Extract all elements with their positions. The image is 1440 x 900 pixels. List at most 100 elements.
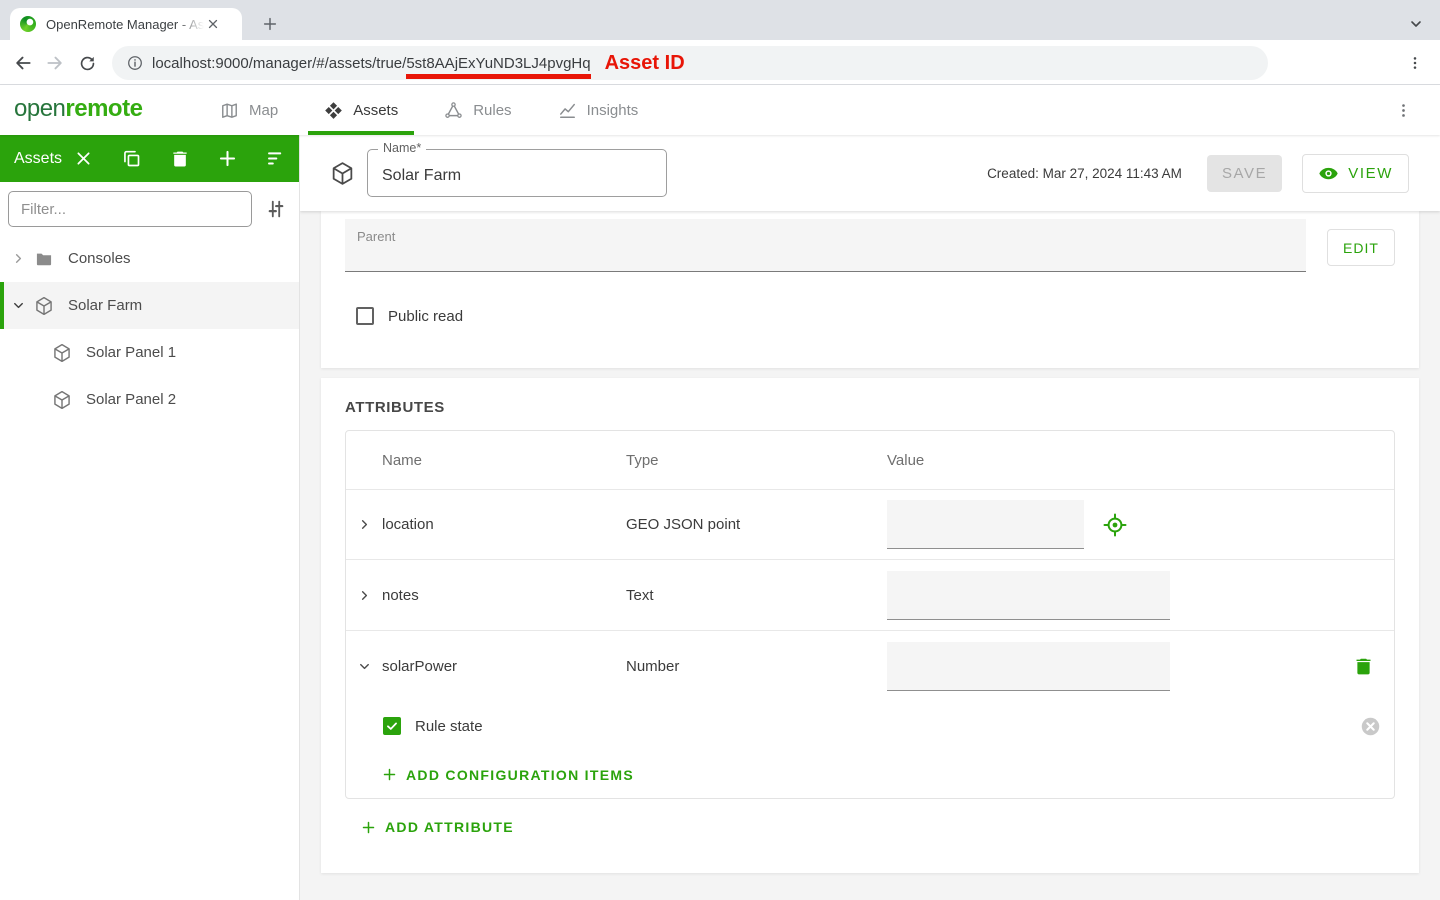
forward-icon[interactable]: [40, 48, 70, 78]
view-button[interactable]: VIEW: [1302, 153, 1409, 193]
app-header: openremote Map Assets Rules Insights: [0, 85, 1440, 135]
url-prefix: localhost:9000/manager/#/assets/true/: [152, 54, 407, 72]
cube-icon: [52, 390, 72, 410]
asset-name-input[interactable]: [368, 150, 666, 196]
sort-assets-icon[interactable]: [263, 146, 287, 172]
attribute-type: GEO JSON point: [626, 516, 741, 533]
add-attribute-row: ADD ATTRIBUTE: [345, 799, 1395, 855]
attributes-table: Name Type Value location GEO JSON point: [345, 430, 1395, 799]
browser-menu-icon[interactable]: [1400, 48, 1430, 78]
parent-field[interactable]: Parent: [345, 219, 1306, 272]
attribute-value-cell: [887, 641, 1394, 691]
attributes-title: ATTRIBUTES: [345, 399, 445, 416]
asset-id-annotation: Asset ID: [604, 51, 685, 74]
add-attribute-button[interactable]: ADD ATTRIBUTE: [361, 819, 514, 835]
nav-label-map: Map: [249, 101, 279, 119]
add-config-row: ADD CONFIGURATION ITEMS: [346, 751, 1394, 798]
insights-icon: [558, 101, 577, 120]
view-button-label: VIEW: [1348, 164, 1393, 182]
delete-attribute-icon[interactable]: [1350, 653, 1376, 679]
nav-label-insights: Insights: [586, 101, 639, 119]
chevron-down-icon[interactable]: [8, 298, 28, 313]
add-configuration-items-label: ADD CONFIGURATION ITEMS: [406, 766, 634, 783]
tree-item-solar-panel-2[interactable]: Solar Panel 2: [0, 376, 299, 423]
location-value-input[interactable]: [887, 500, 1084, 549]
nav-label-assets: Assets: [353, 101, 399, 119]
openremote-logo: openremote: [14, 95, 143, 123]
tab-title: OpenRemote Manager - Assets: [46, 16, 204, 32]
folder-icon: [34, 249, 54, 269]
attribute-type: Text: [626, 586, 654, 604]
plus-icon: [382, 767, 397, 782]
asset-name-field: Name*: [367, 141, 667, 197]
add-configuration-items-button[interactable]: ADD CONFIGURATION ITEMS: [382, 767, 634, 783]
chevron-right-icon[interactable]: [357, 517, 372, 532]
nav-item-insights[interactable]: Insights: [542, 85, 655, 135]
remove-config-item-icon[interactable]: [1358, 714, 1382, 738]
browser-tab[interactable]: OpenRemote Manager - Assets: [10, 8, 242, 40]
rule-state-checkbox[interactable]: [383, 717, 401, 735]
page-info-icon[interactable]: [126, 54, 144, 72]
asset-topbar: Name* Created: Mar 27, 2024 11:43 AM SAV…: [300, 135, 1440, 211]
filter-settings-icon[interactable]: [261, 194, 291, 224]
nav-item-assets[interactable]: Assets: [308, 85, 415, 135]
chevron-right-icon[interactable]: [8, 251, 28, 266]
save-button[interactable]: SAVE: [1206, 154, 1283, 192]
rules-icon: [444, 101, 463, 120]
crosshairs-gps-icon[interactable]: [1102, 512, 1128, 538]
public-read-checkbox[interactable]: [356, 307, 374, 325]
assets-icon: [324, 101, 343, 120]
logo-remote-text: remote: [65, 95, 143, 122]
add-asset-icon[interactable]: [215, 146, 239, 172]
attributes-card: ATTRIBUTES Name Type Value location GEO …: [321, 378, 1419, 873]
sidebar-header: Assets: [0, 135, 299, 182]
attribute-name: notes: [382, 586, 419, 604]
nav-item-rules[interactable]: Rules: [428, 85, 527, 135]
tree-item-label: Solar Farm: [68, 297, 143, 314]
main-nav: Map Assets Rules Insights: [204, 85, 654, 135]
tab-close-icon[interactable]: [204, 15, 222, 33]
parent-row: Parent EDIT: [345, 219, 1395, 272]
url-text: localhost:9000/manager/#/assets/true/5st…: [152, 54, 591, 79]
cube-icon: [52, 343, 72, 363]
reload-icon[interactable]: [72, 48, 102, 78]
attributes-table-header: Name Type Value: [346, 431, 1394, 490]
attribute-value-cell: [887, 500, 1394, 549]
attribute-type: Number: [626, 657, 680, 675]
tree-item-solar-farm[interactable]: Solar Farm: [0, 282, 299, 329]
tree-item-solar-panel-1[interactable]: Solar Panel 1: [0, 329, 299, 376]
column-header-name: Name: [382, 451, 423, 469]
filter-input[interactable]: [8, 191, 252, 227]
cube-icon: [34, 296, 54, 316]
sidebar-title: Assets: [14, 149, 63, 167]
attribute-value-cell: [887, 570, 1394, 620]
topbar-actions: Created: Mar 27, 2024 11:43 AM SAVE VIEW: [987, 153, 1409, 193]
asset-tree: Consoles Solar Farm Solar Panel 1 Solar …: [0, 235, 299, 423]
new-tab-button[interactable]: [256, 10, 284, 38]
logo-open-text: open: [14, 95, 66, 122]
delete-asset-icon[interactable]: [168, 146, 192, 172]
cube-icon: [330, 161, 355, 186]
browser-tab-strip: OpenRemote Manager - Assets: [0, 0, 1440, 40]
tab-search-chevron-icon[interactable]: [1402, 10, 1430, 38]
attribute-name: solarPower: [382, 657, 458, 675]
nav-label-rules: Rules: [473, 101, 512, 119]
browser-toolbar: localhost:9000/manager/#/assets/true/5st…: [0, 40, 1440, 85]
back-icon[interactable]: [8, 48, 38, 78]
public-read-row[interactable]: Public read: [356, 307, 1395, 325]
attribute-row-solarpower: solarPower Number: [346, 631, 1394, 701]
created-timestamp: Created: Mar 27, 2024 11:43 AM: [987, 165, 1182, 181]
clear-selection-icon[interactable]: [72, 146, 96, 172]
config-item-rule-state[interactable]: Rule state: [346, 701, 1394, 751]
notes-value-input[interactable]: [887, 570, 1170, 620]
assets-sidebar: Assets Filter... Consoles Solar Farm Sol…: [0, 135, 300, 900]
duplicate-asset-icon[interactable]: [120, 146, 144, 172]
address-bar[interactable]: localhost:9000/manager/#/assets/true/5st…: [112, 46, 1268, 80]
chevron-right-icon[interactable]: [357, 588, 372, 603]
app-menu-icon[interactable]: [1388, 95, 1418, 125]
chevron-down-icon[interactable]: [357, 659, 372, 674]
tree-item-consoles[interactable]: Consoles: [0, 235, 299, 282]
nav-item-map[interactable]: Map: [204, 85, 294, 135]
edit-parent-button[interactable]: EDIT: [1327, 229, 1395, 266]
solarpower-value-input[interactable]: [887, 641, 1170, 691]
